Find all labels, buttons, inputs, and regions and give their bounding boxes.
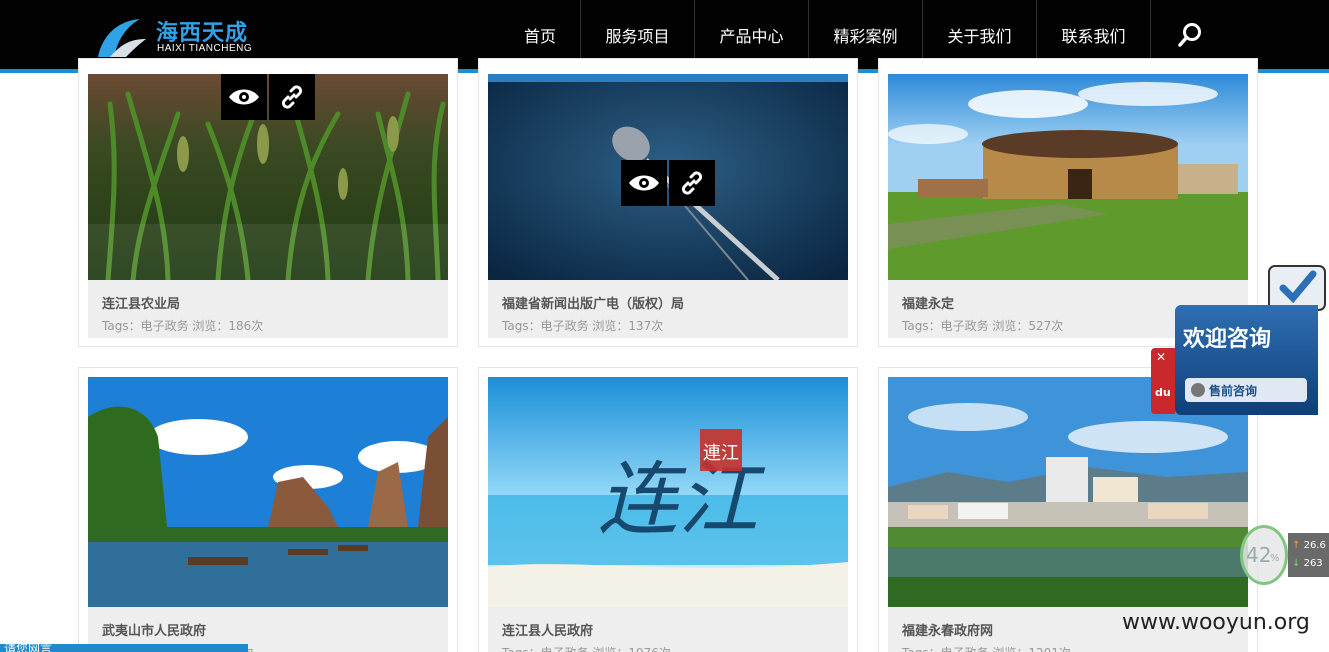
presale-consult-label: 售前咨询	[1209, 383, 1258, 398]
download-speed-value: 263	[1303, 558, 1323, 569]
case-thumbnail[interactable]	[88, 377, 448, 607]
thumbnail-actions	[621, 160, 715, 206]
watermark: www.wooyun.org	[1122, 610, 1310, 635]
case-thumbnail[interactable]	[488, 74, 848, 280]
case-meta: Tags：电子政务 浏览：137次	[502, 319, 664, 333]
network-speed-widget: 42 % ↑ 26.6 ↓ 263	[1240, 525, 1329, 585]
link-button[interactable]	[269, 74, 315, 120]
case-title[interactable]: 连江县人民政府	[502, 620, 848, 639]
case-card-fujian-press[interactable]: 福建省新闻出版广电（版权）局 Tags：电子政务 浏览：137次	[478, 58, 858, 347]
presale-consult-button[interactable]: 售前咨询	[1185, 378, 1307, 402]
bottom-chat-text: 请您网言	[4, 644, 53, 652]
case-thumbnail[interactable]: 连江 連江	[488, 377, 848, 607]
baidu-paw-icon: du	[1155, 386, 1171, 399]
eye-icon	[229, 89, 259, 105]
speed-percent-unit: %	[1270, 553, 1280, 564]
case-card-wuyishan[interactable]: 武夷山市人民政府 3次	[78, 367, 458, 652]
link-icon	[681, 171, 703, 195]
wuyishan-image	[88, 377, 448, 607]
lianjiang-seal-text: 連江	[703, 443, 739, 464]
bottom-chat-bar[interactable]: 请您网言	[0, 644, 248, 652]
link-icon	[281, 85, 303, 109]
thumbnail-actions	[221, 74, 315, 120]
link-button[interactable]	[669, 160, 715, 206]
view-button[interactable]	[621, 160, 667, 206]
case-title[interactable]: 福建省新闻出版广电（版权）局	[502, 293, 848, 312]
upload-arrow-icon: ↑	[1292, 540, 1301, 551]
consult-panel: 欢迎咨询 售前咨询	[1175, 305, 1318, 415]
site-logo[interactable]: 海西天成 HAIXI TIANCHENG	[96, 15, 256, 59]
case-card-lianjiang-agriculture[interactable]: 连江县农业局 Tags：电子政务 浏览：186次	[78, 58, 458, 347]
view-button[interactable]	[221, 74, 267, 120]
lianjiang-sea-image: 连江 連江	[488, 377, 848, 607]
logo-english-name: HAIXI TIANCHENG	[157, 43, 253, 54]
upload-speed: ↑ 26.6	[1292, 537, 1329, 555]
tulou-image	[888, 74, 1248, 280]
case-meta: Tags：电子政务 浏览：1976次	[502, 644, 848, 652]
case-title[interactable]: 武夷山市人民政府	[102, 620, 448, 639]
case-title[interactable]: 连江县农业局	[102, 293, 448, 312]
case-thumbnail[interactable]	[88, 74, 448, 280]
user-avatar-icon	[1191, 383, 1205, 397]
case-card-lianjiang-government[interactable]: 连江 連江 连江县人民政府 Tags：电子政务 浏览：1976次	[478, 367, 858, 652]
download-speed: ↓ 263	[1292, 555, 1329, 573]
case-thumbnail[interactable]	[888, 74, 1248, 280]
baidu-bridge-tab[interactable]: ✕ du	[1151, 348, 1175, 414]
consult-widget: 欢迎咨询 售前咨询 ✕ du	[1151, 262, 1329, 417]
consult-title: 欢迎咨询	[1183, 327, 1272, 352]
logo-mark-icon	[98, 19, 146, 57]
close-icon[interactable]: ✕	[1156, 350, 1166, 364]
speed-percent: 42	[1246, 543, 1272, 567]
speed-readout: ↑ 26.6 ↓ 263	[1288, 533, 1329, 577]
search-icon	[1178, 22, 1201, 47]
case-meta: Tags：电子政务 浏览：186次	[102, 319, 264, 333]
download-arrow-icon: ↓	[1292, 558, 1301, 569]
case-info: 连江县农业局 Tags：电子政务 浏览：186次	[88, 280, 448, 338]
case-info: 福建省新闻出版广电（版权）局 Tags：电子政务 浏览：137次	[488, 280, 848, 338]
upload-speed-value: 26.6	[1303, 540, 1326, 551]
case-info: 连江县人民政府 Tags：电子政务 浏览：1976次	[488, 607, 848, 652]
eye-icon	[629, 175, 659, 191]
page: 海西天成 HAIXI TIANCHENG 首页 服务项目 产品中心 精彩案例 关…	[0, 0, 1329, 652]
case-meta: Tags：电子政务 浏览：1201次	[902, 644, 1248, 652]
